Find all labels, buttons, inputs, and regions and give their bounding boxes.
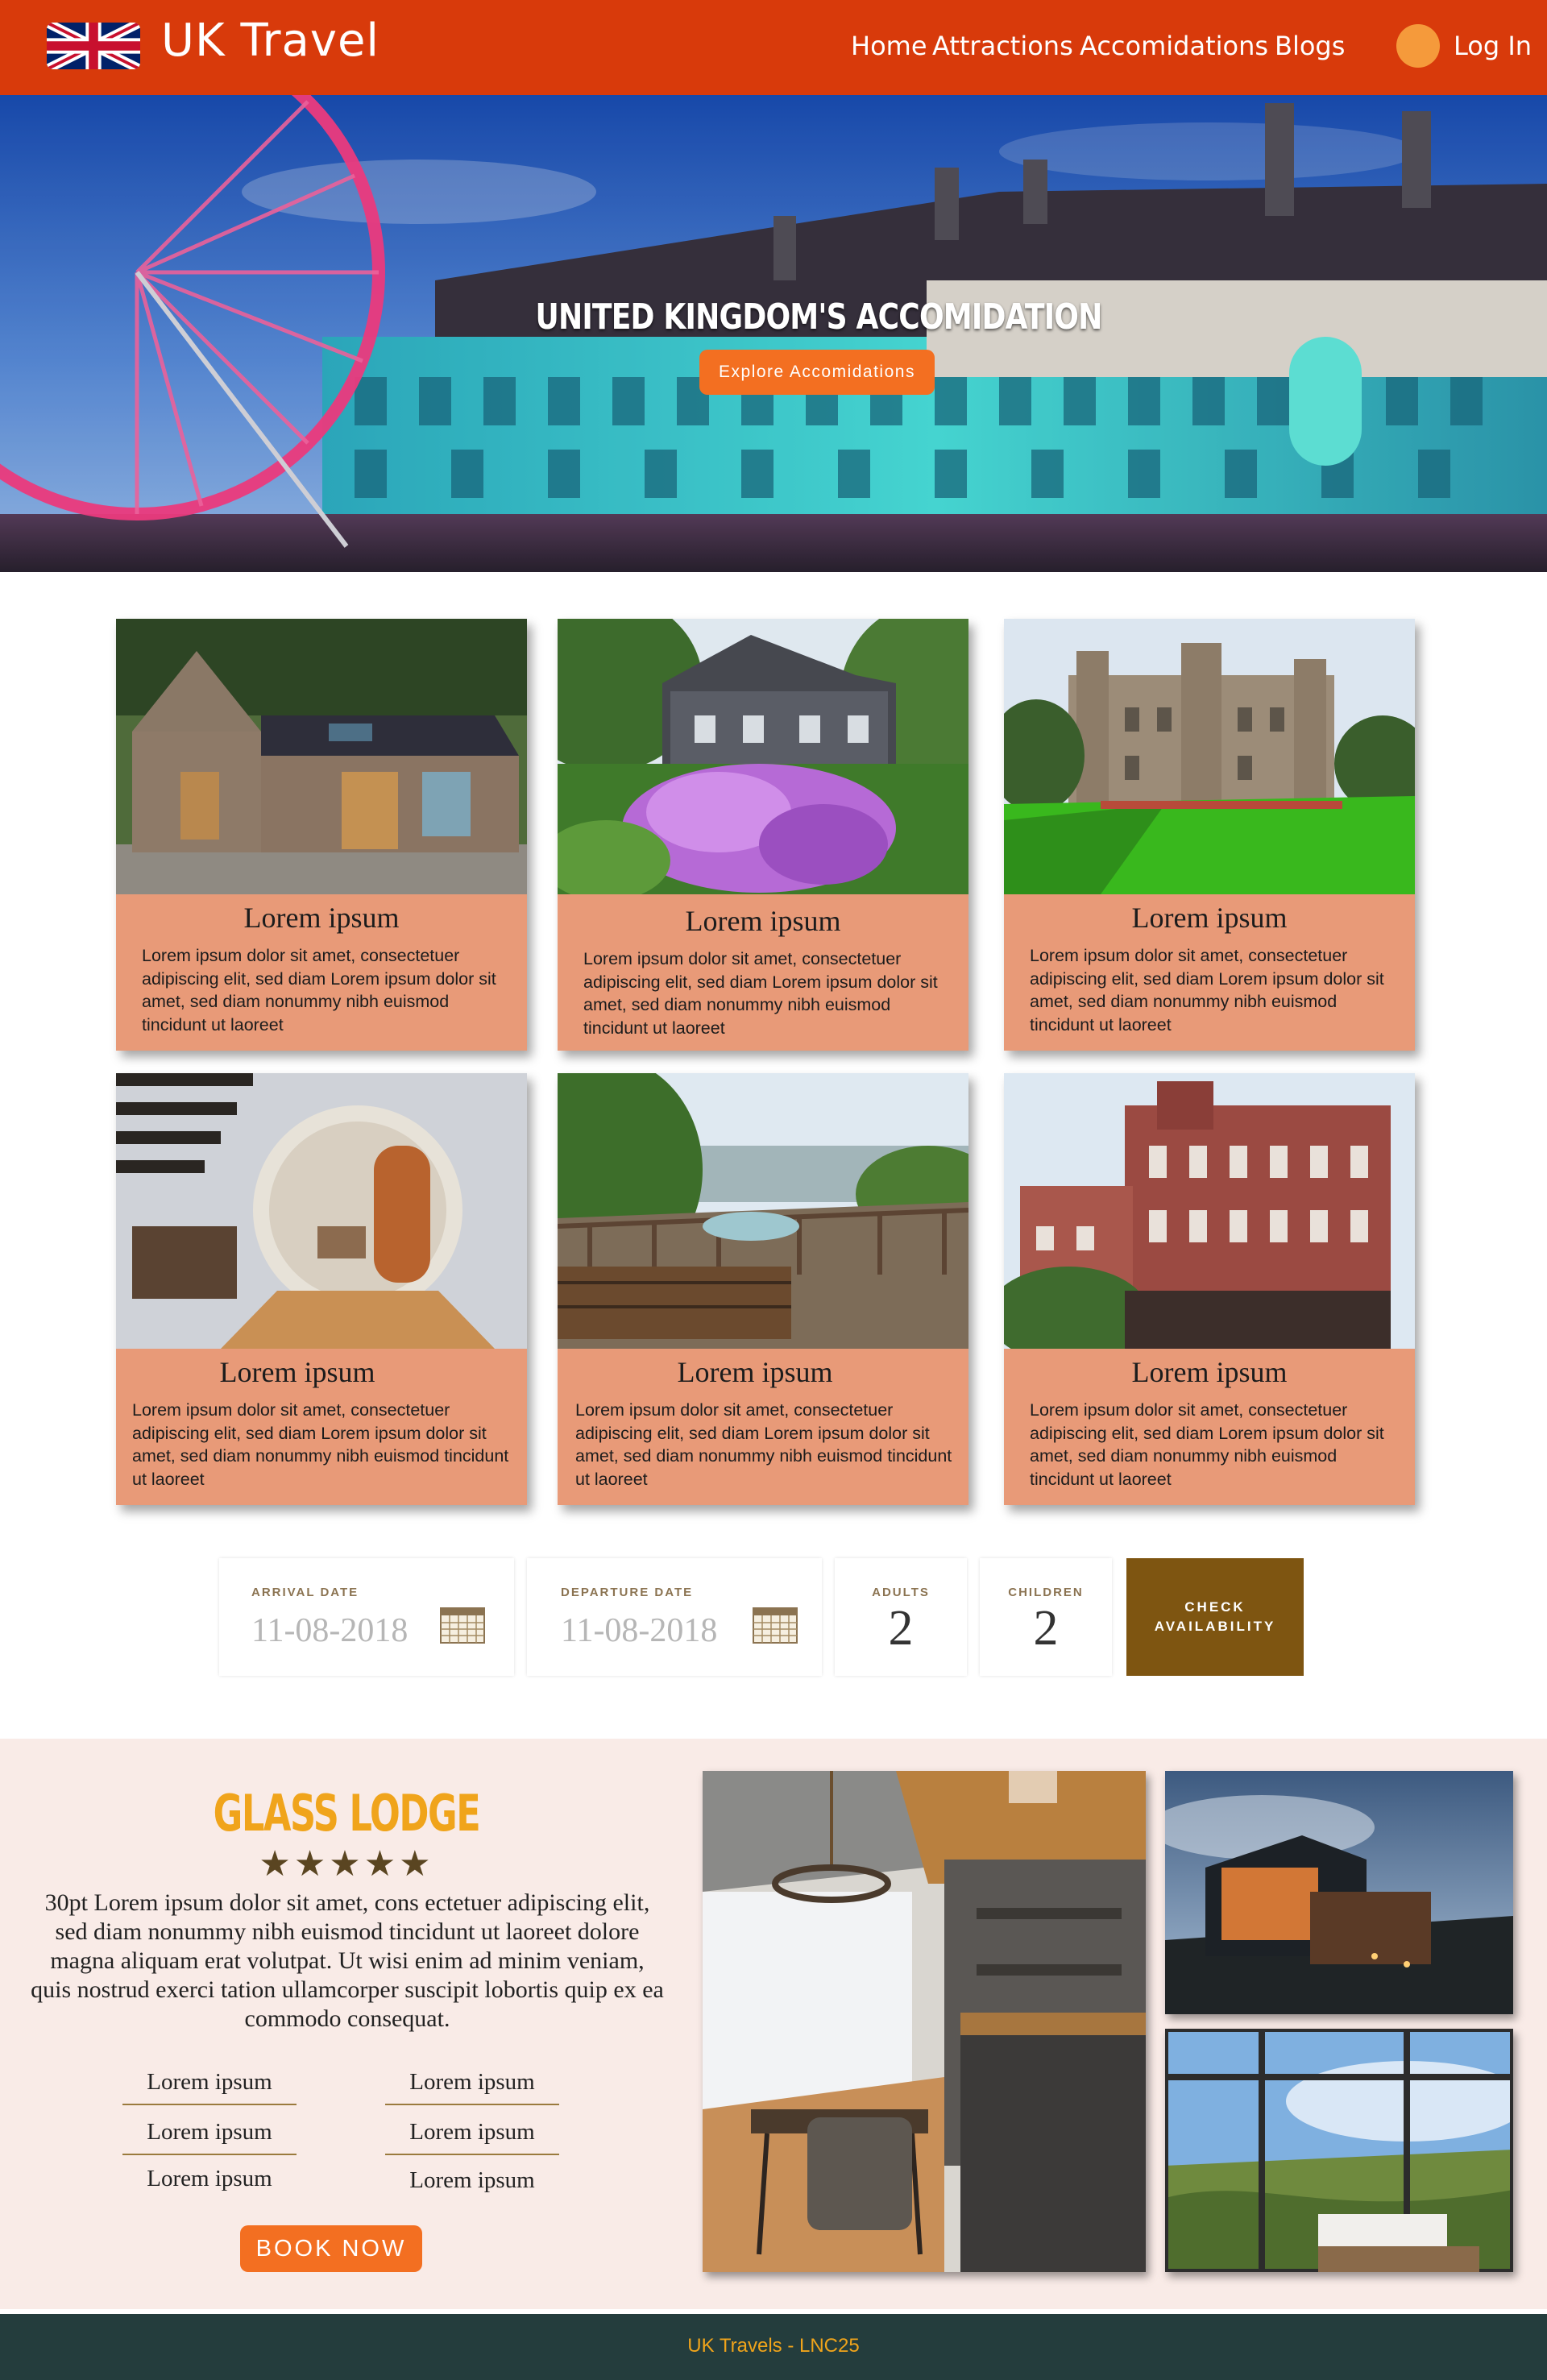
amenity-item: Lorem ipsum xyxy=(385,2119,559,2155)
manor-garden-photo xyxy=(558,619,968,894)
footer-credit: UK Travels - LNC25 xyxy=(687,2335,860,2357)
accommodation-card[interactable]: Lorem ipsum Lorem ipsum dolor sit amet, … xyxy=(558,619,968,1051)
castle-lawn-photo xyxy=(1004,619,1415,894)
card-description: Lorem ipsum dolor sit amet, consectetuer… xyxy=(142,946,496,1035)
departure-date-value[interactable]: 11-08-2018 xyxy=(561,1611,717,1650)
calendar-icon[interactable] xyxy=(440,1605,485,1644)
lodge-title: Glass Lodge xyxy=(213,1784,481,1843)
card-title: Lorem ipsum xyxy=(685,905,841,937)
site-footer: UK Travels - LNC25 xyxy=(0,2314,1547,2380)
card-title: Lorem ipsum xyxy=(219,1356,375,1388)
arrival-date-field[interactable]: ARRIVAL DATE 11-08-2018 xyxy=(219,1558,514,1676)
hero-title: United Kingdom's Accomidation xyxy=(535,296,1102,338)
card-description: Lorem ipsum dolor sit amet, consectetuer… xyxy=(575,1400,952,1489)
amenity-item: Lorem ipsum xyxy=(122,2119,297,2155)
nav-blogs[interactable]: Blogs xyxy=(1275,31,1345,61)
children-value[interactable]: 2 xyxy=(980,1600,1112,1657)
user-avatar-icon[interactable] xyxy=(1396,24,1440,68)
adults-field[interactable]: ADULTS 2 xyxy=(835,1558,967,1676)
nav-home[interactable]: Home xyxy=(851,31,927,61)
featured-lodge-section: Glass Lodge ★★★★★ 30pt Lorem ipsum dolor… xyxy=(0,1739,1547,2309)
explore-accomidations-button[interactable]: Explore Accomidations xyxy=(699,350,935,395)
departure-date-field[interactable]: DEPARTURE DATE 11-08-2018 xyxy=(527,1558,822,1676)
lodge-description: 30pt Lorem ipsum dolor sit amet, cons ec… xyxy=(31,1889,664,2032)
card-title: Lorem ipsum xyxy=(1131,1356,1288,1388)
card-title: Lorem ipsum xyxy=(1131,902,1288,934)
adults-label: ADULTS xyxy=(872,1586,930,1599)
nav-attractions[interactable]: Attractions xyxy=(932,31,1073,61)
uk-flag-icon xyxy=(47,23,140,69)
lodge-glass-room-photo xyxy=(1165,2029,1513,2272)
accommodation-card[interactable]: Lorem ipsum Lorem ipsum dolor sit amet, … xyxy=(558,1073,968,1505)
card-description: Lorem ipsum dolor sit amet, consectetuer… xyxy=(583,949,938,1038)
amenity-item: Lorem ipsum xyxy=(409,2167,535,2193)
deck-sea-view-photo xyxy=(558,1073,968,1349)
children-field[interactable]: CHILDREN 2 xyxy=(980,1558,1112,1676)
amenity-item: Lorem ipsum xyxy=(385,2069,559,2105)
accommodation-card[interactable]: Lorem ipsum Lorem ipsum dolor sit amet, … xyxy=(1004,619,1415,1051)
lodge-interior-photo xyxy=(703,1771,1146,2272)
accommodation-card[interactable]: Lorem ipsum Lorem ipsum dolor sit amet, … xyxy=(1004,1073,1415,1505)
calendar-icon[interactable] xyxy=(753,1605,798,1644)
stone-cottage-photo xyxy=(116,619,527,894)
arrival-date-value[interactable]: 11-08-2018 xyxy=(251,1611,408,1650)
nav-accomidations[interactable]: Accomidations xyxy=(1080,31,1268,61)
star-rating-icon: ★★★★★ xyxy=(259,1844,434,1884)
round-door-room-photo xyxy=(116,1073,527,1349)
accommodation-card[interactable]: Lorem ipsum Lorem ipsum dolor sit amet, … xyxy=(116,1073,527,1505)
card-description: Lorem ipsum dolor sit amet, consectetuer… xyxy=(1030,1400,1384,1489)
card-title: Lorem ipsum xyxy=(243,902,400,934)
brand-logo-text[interactable]: UK Travel xyxy=(161,15,379,67)
amenity-item: Lorem ipsum xyxy=(122,2069,297,2105)
hero-banner: United Kingdom's Accomidation Explore Ac… xyxy=(0,95,1547,572)
login-link[interactable]: Log In xyxy=(1454,31,1532,61)
lodge-exterior-night-photo xyxy=(1165,1771,1513,2014)
departure-date-label: DEPARTURE DATE xyxy=(561,1586,694,1599)
book-now-button[interactable]: BOOK NOW xyxy=(240,2225,422,2272)
top-navigation-bar: UK Travel Home Attractions Accomidations… xyxy=(0,0,1547,95)
card-title: Lorem ipsum xyxy=(677,1356,833,1388)
adults-value[interactable]: 2 xyxy=(835,1600,967,1657)
red-brick-hotel-photo xyxy=(1004,1073,1415,1349)
arrival-date-label: ARRIVAL DATE xyxy=(251,1586,359,1599)
check-availability-button[interactable]: CHECK AVAILABILITY xyxy=(1126,1558,1304,1676)
accommodation-card[interactable]: Lorem ipsum Lorem ipsum dolor sit amet, … xyxy=(116,619,527,1051)
children-label: CHILDREN xyxy=(1008,1586,1084,1599)
card-description: Lorem ipsum dolor sit amet, consectetuer… xyxy=(132,1400,509,1489)
amenity-item: Lorem ipsum xyxy=(147,2166,272,2191)
card-description: Lorem ipsum dolor sit amet, consectetuer… xyxy=(1030,946,1384,1035)
